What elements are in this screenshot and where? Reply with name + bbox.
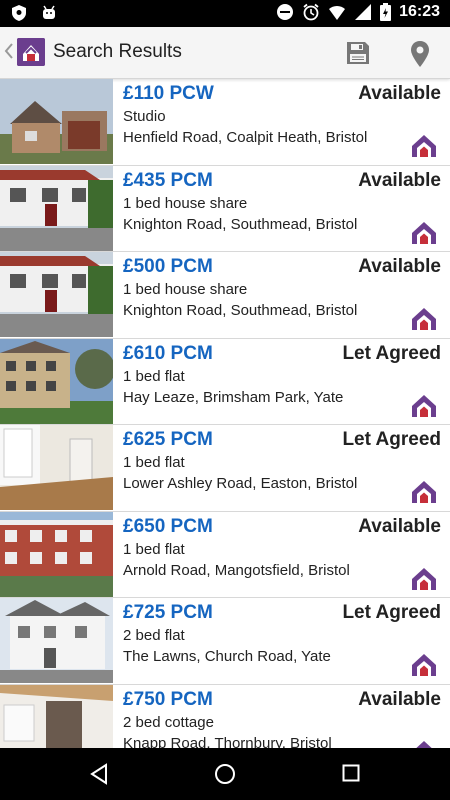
listing-address: The Lawns, Church Road, Yate	[123, 648, 331, 665]
listing-photo[interactable]	[0, 511, 113, 597]
back-chevron-icon[interactable]	[4, 41, 14, 61]
listing-address: Knighton Road, Southmead, Bristol	[123, 215, 358, 233]
listing-price: £725 PCM	[123, 602, 213, 623]
listing-price: £500 PCM	[123, 256, 213, 277]
listing-photo[interactable]	[0, 165, 113, 251]
listing-photo[interactable]	[0, 684, 113, 748]
listing-photo[interactable]	[0, 338, 113, 424]
listing-type: Studio	[123, 108, 166, 125]
listing-row[interactable]: £500 PCM Available 1 bed house share Knight…	[0, 252, 450, 339]
agency-logo-icon	[411, 221, 437, 245]
signal-icon	[355, 4, 372, 20]
listing-address: Knighton Road, Southmead, Bristol	[123, 302, 358, 319]
listing-photo[interactable]	[0, 598, 113, 683]
agency-logo-icon	[411, 653, 437, 677]
listing-status: Let Agreed	[342, 602, 441, 623]
listing-row[interactable]: £110 PCW Available Studio Henfield Road, Co…	[0, 79, 450, 166]
listing-price: £650 PCM	[123, 515, 213, 537]
listing-price: £435 PCM	[123, 169, 213, 191]
android-icon	[43, 5, 55, 19]
agency-logo-icon	[411, 134, 437, 158]
listing-address: Knapp Road, Thornbury, Bristol	[123, 734, 332, 749]
listing-type: 1 bed flat	[123, 540, 185, 558]
alarm-icon	[303, 3, 319, 21]
listing-status: Available	[358, 83, 441, 104]
back-triangle-icon[interactable]	[88, 763, 110, 785]
listing-status: Let Agreed	[342, 429, 441, 450]
status-left-icons	[10, 4, 58, 22]
recents-square-icon[interactable]	[342, 764, 360, 782]
listing-type: 1 bed house share	[123, 194, 248, 212]
do-not-disturb-icon	[277, 4, 294, 20]
status-bar: 16:23	[0, 0, 450, 27]
agency-logo-icon	[411, 740, 437, 748]
page-title: Search Results	[53, 41, 182, 62]
listing-price: £110 PCW	[123, 83, 214, 104]
home-circle-icon[interactable]	[214, 763, 236, 785]
listing-price: £750 PCM	[123, 688, 213, 710]
listing-row[interactable]: £435 PCM Available 1 bed house share Knight…	[0, 165, 450, 252]
listing-status: Available	[358, 688, 441, 710]
listing-price: £610 PCM	[123, 342, 213, 364]
listing-photo[interactable]	[0, 425, 113, 510]
listing-row[interactable]: £750 PCM Available 2 bed cottage Knapp Road…	[0, 684, 450, 749]
map-pin-icon[interactable]	[407, 39, 433, 69]
listing-type: 1 bed flat	[123, 454, 185, 471]
app-logo-icon[interactable]	[17, 38, 45, 66]
listing-address: Arnold Road, Mangotsfield, Bristol	[123, 561, 350, 579]
listing-photo[interactable]	[0, 79, 113, 164]
status-time: 16:23	[399, 3, 440, 20]
save-icon[interactable]	[344, 39, 372, 67]
listing-row[interactable]: £725 PCM Let Agreed 2 bed flat The Lawns, C…	[0, 598, 450, 685]
listing-type: 1 bed house share	[123, 281, 248, 298]
agency-logo-icon	[411, 394, 437, 418]
listing-status: Available	[358, 256, 441, 277]
listing-price: £625 PCM	[123, 429, 213, 450]
listing-row[interactable]: £650 PCM Available 1 bed flat Arnold Road, …	[0, 511, 450, 598]
agency-logo-icon	[411, 480, 437, 504]
listing-status: Available	[358, 515, 441, 537]
system-nav-bar	[0, 748, 450, 800]
listing-photo[interactable]	[0, 252, 113, 337]
status-right-icons: 16:23	[276, 3, 440, 21]
listing-status: Available	[358, 169, 441, 191]
agency-logo-icon	[411, 307, 437, 331]
wifi-icon	[329, 5, 346, 20]
listing-status: Let Agreed	[342, 342, 441, 364]
app-toolbar: Search Results	[0, 27, 450, 79]
listing-type: 2 bed flat	[123, 627, 185, 644]
listing-row[interactable]: £610 PCM Let Agreed 1 bed flat Hay Leaze, B…	[0, 338, 450, 425]
listing-address: Hay Leaze, Brimsham Park, Yate	[123, 388, 344, 406]
battery-icon	[380, 3, 392, 21]
agency-logo-icon	[411, 567, 437, 591]
listing-address: Lower Ashley Road, Easton, Bristol	[123, 475, 358, 492]
listing-row[interactable]: £625 PCM Let Agreed 1 bed flat Lower Ashley…	[0, 425, 450, 512]
search-results-list[interactable]: £110 PCW Available Studio Henfield Road, Co…	[0, 79, 450, 748]
listing-type: 1 bed flat	[123, 367, 185, 385]
listing-address: Henfield Road, Coalpit Heath, Bristol	[123, 129, 368, 146]
listing-type: 2 bed cottage	[123, 713, 214, 731]
shield-icon	[12, 5, 26, 21]
